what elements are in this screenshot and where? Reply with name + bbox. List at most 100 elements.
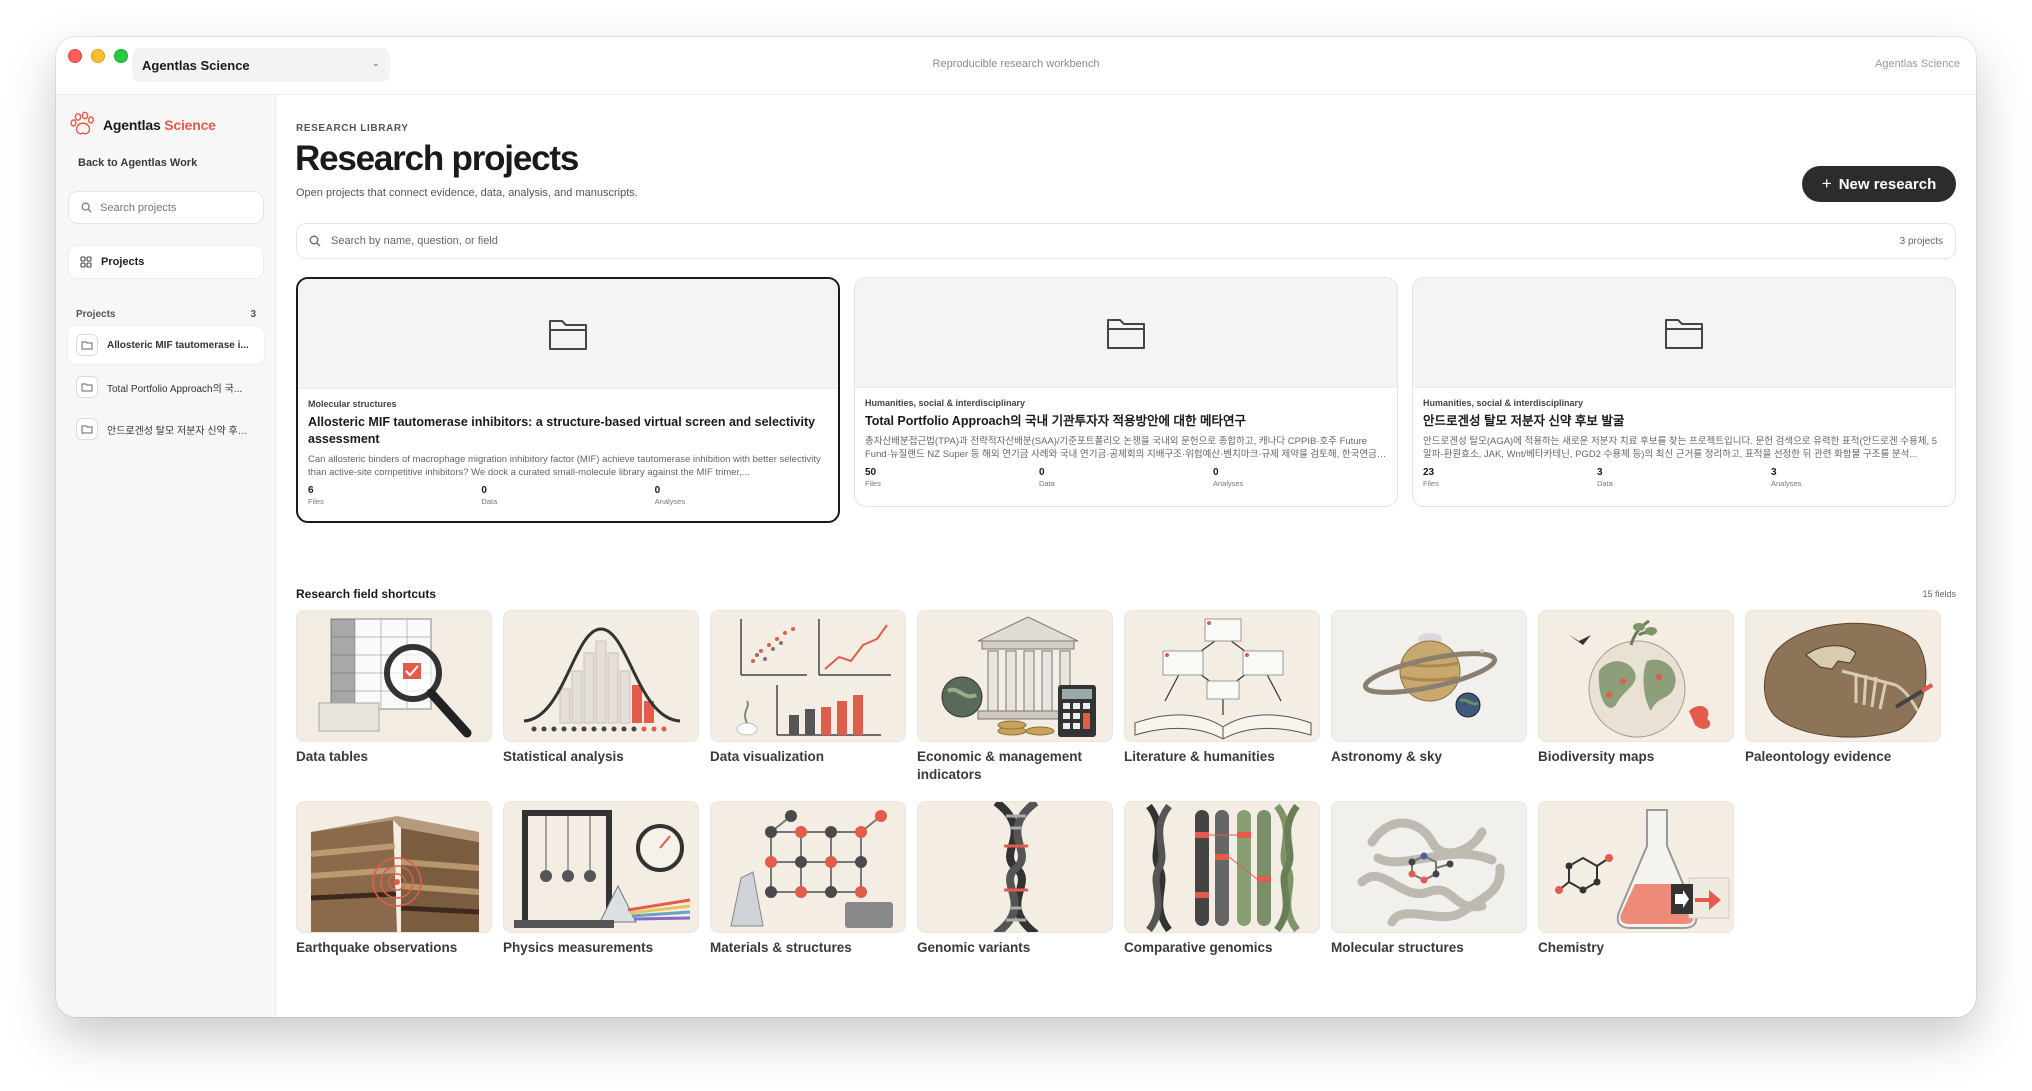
folder-icon [76, 376, 98, 398]
project-card[interactable]: Molecular structures Allosteric MIF taut… [296, 277, 840, 523]
shortcut-earthquake[interactable]: Earthquake observations [296, 801, 492, 957]
shortcuts-count: 15 fields [1922, 589, 1956, 599]
page-title: Research projects [295, 139, 579, 178]
data-count: 0 [481, 485, 487, 496]
data-label: Data [1597, 479, 1613, 488]
project-description: Can allosteric binders of macrophage mig… [308, 454, 821, 478]
folder-icon [76, 418, 98, 440]
project-field: Molecular structures [308, 399, 397, 409]
shortcut-physics[interactable]: Physics measurements [503, 801, 699, 957]
shortcut-genomic-variants[interactable]: Genomic variants [917, 801, 1113, 957]
brand[interactable]: Agentlas Science [69, 111, 216, 139]
project-stats: 50 Files 0 Data 0 Analyses [865, 467, 1387, 488]
sidebar-project-label: 안드로겐성 탈모 저분자 신약 후보 ... [107, 425, 249, 437]
folder-icon [76, 334, 98, 356]
project-title: Total Portfolio Approach의 국내 기관투자자 적용방안에… [865, 414, 1246, 428]
fossil-rock-icon [1745, 610, 1941, 742]
sidebar-project-item[interactable]: 안드로겐성 탈모 저분자 신약 후보 ... [68, 410, 264, 448]
charts-panel-icon [710, 610, 906, 742]
brand-accent: Science [164, 117, 216, 133]
new-research-button[interactable]: + New research [1802, 166, 1956, 202]
shortcut-label: Physics measurements [503, 940, 654, 955]
folder-icon [1665, 318, 1703, 349]
shortcut-data-visualization[interactable]: Data visualization [710, 610, 906, 766]
files-label: Files [865, 479, 881, 488]
data-label: Data [481, 497, 498, 506]
projects-section-count: 3 [250, 309, 256, 320]
data-label: Data [1039, 479, 1055, 488]
app-label: Agentlas Science [1875, 58, 1960, 70]
shortcut-label: Economic & management indicators [917, 749, 1083, 782]
analyses-count: 0 [654, 485, 661, 496]
shortcut-label: Paleontology evidence [1745, 749, 1892, 764]
data-count: 0 [1039, 467, 1045, 478]
sidebar-item-projects[interactable]: Projects [68, 245, 264, 279]
project-thumbnail [298, 279, 838, 389]
shortcut-paleontology[interactable]: Paleontology evidence [1745, 610, 1941, 766]
search-icon [81, 202, 92, 213]
project-search-input[interactable]: Search by name, question, or field 3 pro… [296, 223, 1956, 259]
project-description: 총자산배분접근법(TPA)과 전략적자산배분(SAA)/기준포트폴리오 논쟁을 … [865, 436, 1377, 460]
projects-section-header: Projects 3 [76, 309, 256, 320]
dna-helix-icon [917, 801, 1113, 933]
shortcut-label: Literature & humanities [1124, 749, 1275, 764]
shortcuts-heading: Research field shortcuts [296, 587, 437, 601]
files-label: Files [1423, 479, 1439, 488]
files-count: 6 [308, 485, 314, 496]
sidebar: Agentlas Science Back to Agentlas Work S… [56, 95, 276, 1017]
shortcut-astronomy[interactable]: Astronomy & sky [1331, 610, 1527, 766]
shortcut-label: Chemistry [1538, 940, 1605, 955]
shortcut-economic-indicators[interactable]: Economic & management indicators [917, 610, 1113, 784]
back-to-work-link[interactable]: Back to Agentlas Work [78, 157, 197, 169]
folder-icon [549, 319, 587, 350]
project-title: 안드로겐성 탈모 저분자 신약 후보 발굴 [1423, 414, 1625, 428]
shortcut-molecular-structures[interactable]: Molecular structures [1331, 801, 1527, 957]
project-stats: 6 Files 0 Data 0 Analyses [308, 485, 828, 506]
crystal-lattice-icon [710, 801, 906, 933]
shortcut-label: Genomic variants [917, 940, 1031, 955]
shortcut-materials[interactable]: Materials & structures [710, 801, 906, 957]
sidebar-project-label: Total Portfolio Approach의 국... [107, 383, 243, 395]
shortcut-statistical-analysis[interactable]: Statistical analysis [503, 610, 699, 766]
page-eyebrow: RESEARCH LIBRARY [296, 123, 409, 134]
analyses-count: 3 [1771, 467, 1777, 478]
data-table-magnifier-icon [296, 610, 492, 742]
project-title: Allosteric MIF tautomerase inhibitors: a… [308, 415, 816, 446]
window-title: Reproducible research workbench [932, 58, 1100, 70]
title-bar: Agentlas Science ⌄ Reproducible research… [56, 37, 1976, 95]
sidebar-project-item[interactable]: Total Portfolio Approach의 국... [68, 368, 264, 406]
project-thumbnail [855, 278, 1397, 388]
bank-globe-calculator-icon [917, 610, 1113, 742]
saturn-planet-icon [1331, 610, 1527, 742]
sidebar-project-label: Allosteric MIF tautomerase i... [107, 339, 249, 351]
project-field: Humanities, social & interdisciplinary [1423, 398, 1584, 408]
shortcut-label: Comparative genomics [1124, 940, 1273, 955]
sidebar-search-placeholder: Search projects [100, 201, 177, 214]
search-icon [309, 235, 321, 247]
pendulum-prism-icon [503, 801, 699, 933]
projects-label: Projects [101, 256, 145, 268]
grid-icon [80, 256, 92, 268]
project-count: 3 projects [1899, 235, 1943, 247]
folder-icon [1107, 318, 1145, 349]
shortcut-data-tables[interactable]: Data tables [296, 610, 492, 766]
shortcut-label: Materials & structures [710, 940, 852, 955]
project-stats: 23 Files 3 Data 3 Analyses [1423, 467, 1945, 488]
analyses-label: Analyses [1771, 479, 1802, 488]
project-description: 안드로겐성 탈모(AGA)에 적용하는 새로운 저분자 치료 후보를 찾는 프로… [1423, 436, 1938, 460]
analyses-label: Analyses [1213, 479, 1244, 488]
app-window: Agentlas Science ⌄ Reproducible research… [56, 37, 1976, 1017]
plus-icon: + [1821, 174, 1832, 193]
sidebar-project-item[interactable]: Allosteric MIF tautomerase i... [68, 326, 264, 364]
shortcut-literature-humanities[interactable]: Literature & humanities [1124, 610, 1320, 766]
shortcut-chemistry[interactable]: Chemistry [1538, 801, 1734, 957]
sidebar-search-input[interactable]: Search projects [68, 191, 264, 224]
shortcut-comparative-genomics[interactable]: Comparative genomics [1124, 801, 1320, 957]
project-card[interactable]: Humanities, social & interdisciplinary 안… [1412, 277, 1956, 507]
project-card[interactable]: Humanities, social & interdisciplinary T… [854, 277, 1398, 507]
open-book-diagram-icon [1124, 610, 1320, 742]
shortcut-biodiversity-maps[interactable]: Biodiversity maps [1538, 610, 1734, 766]
brand-main: Agentlas [103, 117, 161, 133]
brand-name: Agentlas Science [103, 117, 216, 133]
shortcut-label: Biodiversity maps [1538, 749, 1655, 764]
